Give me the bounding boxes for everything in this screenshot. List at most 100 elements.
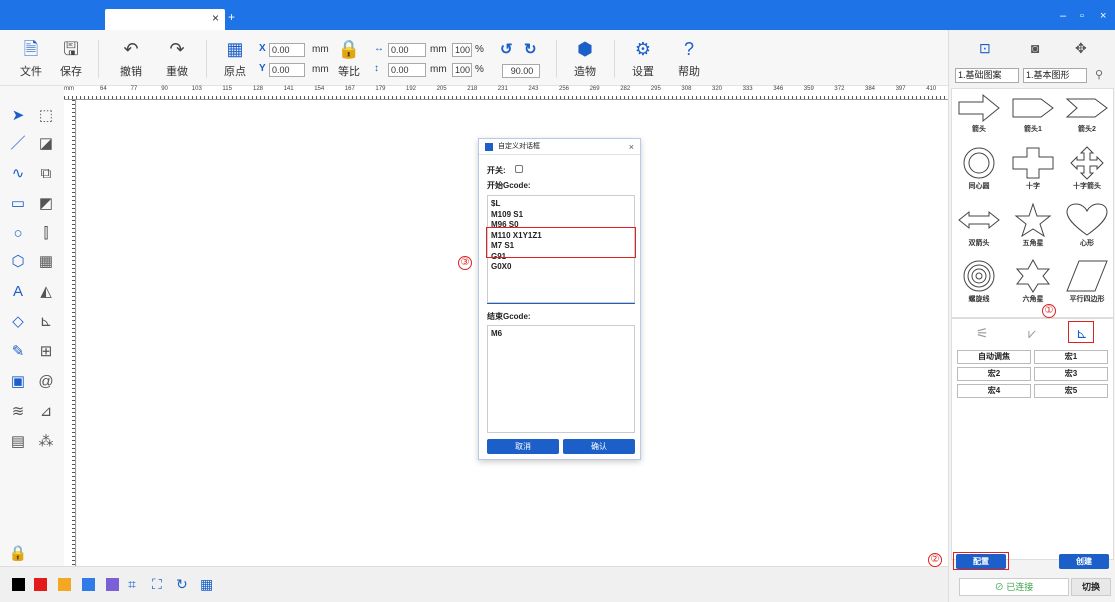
- end-gcode-textarea[interactable]: M6: [487, 325, 635, 433]
- x-position-input[interactable]: 0.00: [269, 43, 305, 57]
- measure-tool-icon[interactable]: ⊾: [36, 312, 56, 332]
- create-button[interactable]: 创建: [1059, 554, 1109, 569]
- config-button[interactable]: 配置: [956, 554, 1006, 569]
- mirror-tool-icon[interactable]: ◩: [36, 194, 56, 214]
- color-swatch-black[interactable]: [12, 578, 25, 591]
- rotate-ccw-icon[interactable]: ↺: [500, 40, 513, 58]
- tab-close-icon[interactable]: ×: [212, 11, 219, 25]
- settings-button[interactable]: ⚙ 设置: [624, 38, 662, 79]
- library-select[interactable]: 1.基础图案: [955, 68, 1019, 83]
- ruler-tick-label: 397: [895, 86, 906, 92]
- width-percent-input[interactable]: 100: [452, 43, 472, 57]
- restore-icon[interactable]: ▫: [1080, 10, 1084, 22]
- pen-tool-icon[interactable]: ✎: [8, 342, 28, 362]
- confirm-button[interactable]: 确认: [563, 439, 635, 454]
- line-tool-icon[interactable]: ／: [8, 134, 28, 154]
- align-tool-icon[interactable]: ⫿: [36, 224, 56, 244]
- array-tool-icon[interactable]: ⧉: [36, 164, 56, 184]
- text-tool-icon[interactable]: A: [8, 282, 28, 302]
- rotate-cw-icon[interactable]: ↻: [524, 40, 537, 58]
- shape-cross[interactable]: 十字: [1006, 144, 1060, 194]
- material-tab-icon[interactable]: ⩗: [1028, 325, 1036, 342]
- copy-tool-icon[interactable]: ◪: [36, 134, 56, 154]
- marquee-tool-icon[interactable]: ⬚: [36, 106, 56, 126]
- layers-tool-icon[interactable]: ≋: [8, 402, 28, 422]
- shapes-tab-icon[interactable]: ⊡: [979, 40, 991, 57]
- rectangle-tool-icon[interactable]: ▭: [8, 194, 28, 214]
- polygon-tool-icon[interactable]: ⬡: [8, 252, 28, 272]
- frame-icon[interactable]: ⌗: [128, 576, 136, 593]
- shape-heart[interactable]: 心形: [1060, 201, 1113, 251]
- rotate-angle-input[interactable]: 90.00: [502, 64, 540, 78]
- callout-2: ②: [928, 553, 942, 567]
- help-button[interactable]: ? 帮助: [670, 38, 708, 79]
- params-tab-icon[interactable]: ⚟: [976, 325, 989, 342]
- effects-tool-icon[interactable]: ⁂: [36, 432, 56, 452]
- ellipse-tool-icon[interactable]: ○: [8, 224, 28, 244]
- switch-checkbox[interactable]: [515, 165, 523, 173]
- move-tab-icon[interactable]: ✥: [1075, 40, 1087, 57]
- save-button[interactable]: 🖫 保存: [52, 38, 90, 79]
- lock-canvas-icon[interactable]: 🔒: [8, 544, 28, 564]
- callout-1: ①: [1042, 304, 1056, 318]
- minimize-icon[interactable]: –: [1060, 10, 1066, 22]
- shape-cross-arrow[interactable]: 十字箭头: [1060, 144, 1113, 194]
- y-position-input[interactable]: 0.00: [269, 63, 305, 77]
- table-tool-icon[interactable]: ▤: [8, 432, 28, 452]
- macro-button-autofocus[interactable]: 自动调焦: [957, 350, 1031, 364]
- height-input[interactable]: 0.00: [388, 63, 426, 77]
- eraser-tool-icon[interactable]: ◇: [8, 312, 28, 332]
- distribute-tool-icon[interactable]: ▦: [36, 252, 56, 272]
- select-tool-icon[interactable]: ➤: [8, 106, 28, 126]
- shape-five-star[interactable]: 五角星: [1006, 201, 1060, 251]
- width-input[interactable]: 0.00: [388, 43, 426, 57]
- shape-parallelogram[interactable]: 平行四边形: [1060, 257, 1113, 307]
- image-tool-icon[interactable]: ▣: [8, 372, 28, 392]
- switch-button[interactable]: 切换: [1071, 578, 1111, 596]
- main-toolbar: 🗎 文件 🖫 保存 ↶ 撤销 ↷ 重做 ▦ 原点 X 0.00 mm Y 0.00 mm …: [0, 30, 948, 86]
- macro-button-5[interactable]: 宏5: [1034, 384, 1108, 398]
- height-percent-input[interactable]: 100: [452, 63, 472, 77]
- shape-spiral[interactable]: 螺旋线: [952, 257, 1006, 307]
- macro-button-1[interactable]: 宏1: [1034, 350, 1108, 364]
- shape-arrow2[interactable]: 箭头2: [1060, 91, 1113, 141]
- color-swatch-blue[interactable]: [82, 578, 95, 591]
- macro-button-4[interactable]: 宏4: [957, 384, 1031, 398]
- lock-icon: 🔒: [337, 39, 361, 59]
- category-select[interactable]: 1.基本图形: [1023, 68, 1087, 83]
- offset-tool-icon[interactable]: @: [36, 372, 56, 392]
- color-swatch-red[interactable]: [34, 578, 47, 591]
- path-tool-icon[interactable]: ⊿: [36, 402, 56, 422]
- file-button[interactable]: 🗎 文件: [12, 38, 50, 79]
- shape-double-arrow[interactable]: 双箭头: [952, 201, 1006, 251]
- close-window-icon[interactable]: ×: [1100, 10, 1106, 22]
- origin-button[interactable]: ▦ 原点: [216, 38, 254, 79]
- cancel-button[interactable]: 取消: [487, 439, 559, 454]
- color-swatch-purple[interactable]: [106, 578, 119, 591]
- grid-icon[interactable]: ▦: [200, 576, 213, 593]
- macro-button-2[interactable]: 宏2: [957, 367, 1031, 381]
- macro-button-3[interactable]: 宏3: [1034, 367, 1108, 381]
- curve-tool-icon[interactable]: ∿: [8, 164, 28, 184]
- dialog-close-icon[interactable]: ×: [629, 139, 634, 155]
- refresh-icon[interactable]: ↻: [176, 576, 188, 593]
- group-tool-icon[interactable]: ⊞: [36, 342, 56, 362]
- document-tab[interactable]: ×: [105, 9, 225, 30]
- custom-dialog: 自定义对话框 × 开关: 开始Gcode: $L M109 S1 M96 S0 …: [478, 138, 641, 460]
- new-tab-icon[interactable]: +: [228, 10, 235, 24]
- undo-button[interactable]: ↶ 撤销: [112, 38, 150, 79]
- shape-arrow1[interactable]: 箭头1: [1006, 91, 1060, 141]
- shape-concentric[interactable]: 同心圆: [952, 144, 1006, 194]
- color-swatch-orange[interactable]: [58, 578, 71, 591]
- left-toolbox: ➤ ⬚ ／ ◪ ∿ ⧉ ▭ ◩ ○ ⫿ ⬡ ▦ A ◭ ◇ ⊾ ✎ ⊞ ▣ @ …: [0, 86, 64, 566]
- scan-icon[interactable]: ⛶: [152, 576, 162, 593]
- shape-six-star[interactable]: 六角星: [1006, 257, 1060, 307]
- build-button[interactable]: ⬢ 造物: [566, 38, 604, 79]
- width-icon: ↔: [374, 43, 384, 54]
- camera-tab-icon[interactable]: ◙: [1031, 40, 1039, 56]
- lock-ratio-button[interactable]: 🔒 等比: [330, 38, 368, 79]
- flip-tool-icon[interactable]: ◭: [36, 282, 56, 302]
- search-icon[interactable]: ⚲: [1095, 68, 1103, 81]
- redo-button[interactable]: ↷ 重做: [158, 38, 196, 79]
- shape-arrow[interactable]: 箭头: [952, 91, 1006, 141]
